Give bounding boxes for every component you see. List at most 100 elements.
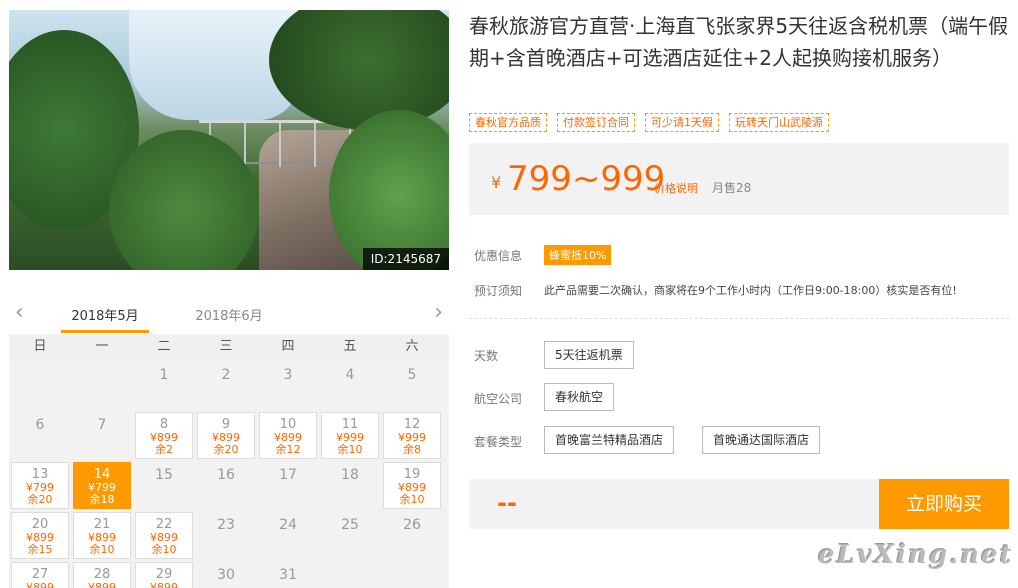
day-price: ¥899 <box>150 581 178 588</box>
monthly-sales: 月售28 <box>712 181 752 195</box>
prev-month-arrow-icon[interactable]: ‹ <box>15 302 24 324</box>
calendar-day[interactable]: 19 ¥899 余10 <box>383 462 441 509</box>
calendar-day[interactable]: 22 ¥899 余10 <box>135 512 193 559</box>
product-title: 春秋旅游官方直营·上海直飞张家界5天往返含税机票（端午假期+含首晚酒店+可选酒店… <box>469 14 1009 70</box>
product-tags: 春秋官方品质 付款签订合同 可少请1天假 玩转天门山武陵源 <box>469 113 829 132</box>
day-number: 15 <box>155 467 173 483</box>
product-tag: 付款签订合同 <box>557 113 635 132</box>
calendar-day: 18 <box>321 462 379 509</box>
calendar-day: 31 <box>259 562 317 588</box>
photo-tree <box>269 10 449 130</box>
calendar-day[interactable]: 27 ¥899 <box>11 562 69 588</box>
price-amount: 799~999 <box>507 159 666 199</box>
day-number: 31 <box>279 567 297 583</box>
day-number: 18 <box>341 467 359 483</box>
package-label: 套餐类型 <box>474 435 523 449</box>
calendar-weekday-header: 日 一 二 三 四 五 六 <box>9 334 449 360</box>
weekday-label: 二 <box>157 339 171 354</box>
day-number: 25 <box>341 517 359 533</box>
calendar-day: 15 <box>135 462 193 509</box>
product-tag: 可少请1天假 <box>645 113 719 132</box>
price-currency: ¥ <box>491 173 502 192</box>
product-photo: ID:2145687 <box>9 10 449 270</box>
calendar-day: 7 <box>73 412 131 459</box>
day-remaining: 余10 <box>399 493 425 506</box>
day-remaining: 余10 <box>337 443 363 456</box>
day-remaining: 余15 <box>27 543 53 556</box>
day-number: 24 <box>279 517 297 533</box>
day-number: 6 <box>35 417 45 433</box>
calendar-day: 26 <box>383 512 441 559</box>
option-package-hotel-2[interactable]: 首晚通达国际酒店 <box>702 426 821 454</box>
day-number: 21 <box>93 517 111 532</box>
calendar-day[interactable]: 12 ¥999 余8 <box>383 412 441 459</box>
day-number: 3 <box>283 367 293 383</box>
calendar-day[interactable]: 10 ¥899 余12 <box>259 412 317 459</box>
calendar-day[interactable]: 21 ¥899 余10 <box>73 512 131 559</box>
calendar-day[interactable]: 28 ¥899 <box>73 562 131 588</box>
day-price: ¥899 <box>26 581 54 588</box>
divider <box>469 318 1009 319</box>
day-number: 8 <box>159 417 169 432</box>
weekday-label: 五 <box>343 339 357 354</box>
day-remaining: 余20 <box>213 443 239 456</box>
day-number: 4 <box>345 367 355 383</box>
calendar-day: 16 <box>197 462 255 509</box>
option-days-5[interactable]: 5天往返机票 <box>544 341 634 369</box>
calendar-day[interactable]: 8 ¥899 余2 <box>135 412 193 459</box>
calendar-day[interactable]: 14 ¥799 余18 <box>73 462 131 509</box>
weekday-label: 一 <box>95 339 109 354</box>
calendar-day: 6 <box>11 412 69 459</box>
calendar-day[interactable]: 20 ¥899 余15 <box>11 512 69 559</box>
day-number: 19 <box>403 467 421 482</box>
tab-month-may[interactable]: 2018年5月 <box>61 305 149 333</box>
calendar-day: 24 <box>259 512 317 559</box>
day-number: 22 <box>155 517 173 532</box>
day-remaining: 余18 <box>89 493 115 506</box>
day-number: 29 <box>155 567 173 582</box>
day-number: 16 <box>217 467 235 483</box>
day-number: 7 <box>97 417 107 433</box>
calendar-day: 5 <box>383 362 441 409</box>
day-number: 30 <box>217 567 235 583</box>
calendar-day: 17 <box>259 462 317 509</box>
calendar-day: 23 <box>197 512 255 559</box>
calendar-day: 2 <box>197 362 255 409</box>
calendar-day[interactable]: 11 ¥999 余10 <box>321 412 379 459</box>
next-month-arrow-icon[interactable]: › <box>434 302 443 324</box>
calendar-day[interactable]: 13 ¥799 余20 <box>11 462 69 509</box>
calendar-day[interactable]: 9 ¥899 余20 <box>197 412 255 459</box>
promo-label: 优惠信息 <box>474 249 523 263</box>
day-number: 2 <box>221 367 231 383</box>
day-remaining: 余2 <box>155 443 173 456</box>
days-label: 天数 <box>474 349 499 363</box>
tab-month-june[interactable]: 2018年6月 <box>185 305 273 333</box>
day-number: 13 <box>31 467 49 482</box>
price-explain-link[interactable]: 价格说明 <box>654 180 698 196</box>
day-number: 14 <box>93 467 111 482</box>
site-watermark: eLvXing.net <box>818 540 1014 570</box>
weekday-label: 三 <box>219 339 233 354</box>
total-price: -- <box>497 489 517 517</box>
day-number: 11 <box>341 417 359 432</box>
buy-bar: -- 立即购买 <box>469 479 1009 529</box>
day-number: 12 <box>403 417 421 432</box>
buy-now-button[interactable]: 立即购买 <box>879 479 1009 529</box>
day-number: 17 <box>279 467 297 483</box>
day-number: 26 <box>403 517 421 533</box>
photo-id-label: ID:2145687 <box>362 248 449 270</box>
day-number: 9 <box>221 417 231 432</box>
day-remaining: 余20 <box>27 493 53 506</box>
weekday-label: 四 <box>281 339 295 354</box>
calendar-month-tabs: ‹ 2018年5月 2018年6月 › <box>9 298 449 334</box>
calendar-day: 30 <box>197 562 255 588</box>
calendar-day[interactable]: 29 ¥899 <box>135 562 193 588</box>
option-airline-spring[interactable]: 春秋航空 <box>544 383 615 411</box>
booking-notice-label: 预订须知 <box>474 284 523 298</box>
day-remaining: 余10 <box>89 543 115 556</box>
option-package-hotel-1[interactable]: 首晚富兰特精品酒店 <box>544 426 675 454</box>
day-number: 20 <box>31 517 49 532</box>
booking-notice-text: 此产品需要二次确认，商家将在9个工作小时内（工作日9:00-18:00）核实是否… <box>544 284 957 297</box>
calendar-day: 3 <box>259 362 317 409</box>
airline-label: 航空公司 <box>474 392 523 406</box>
